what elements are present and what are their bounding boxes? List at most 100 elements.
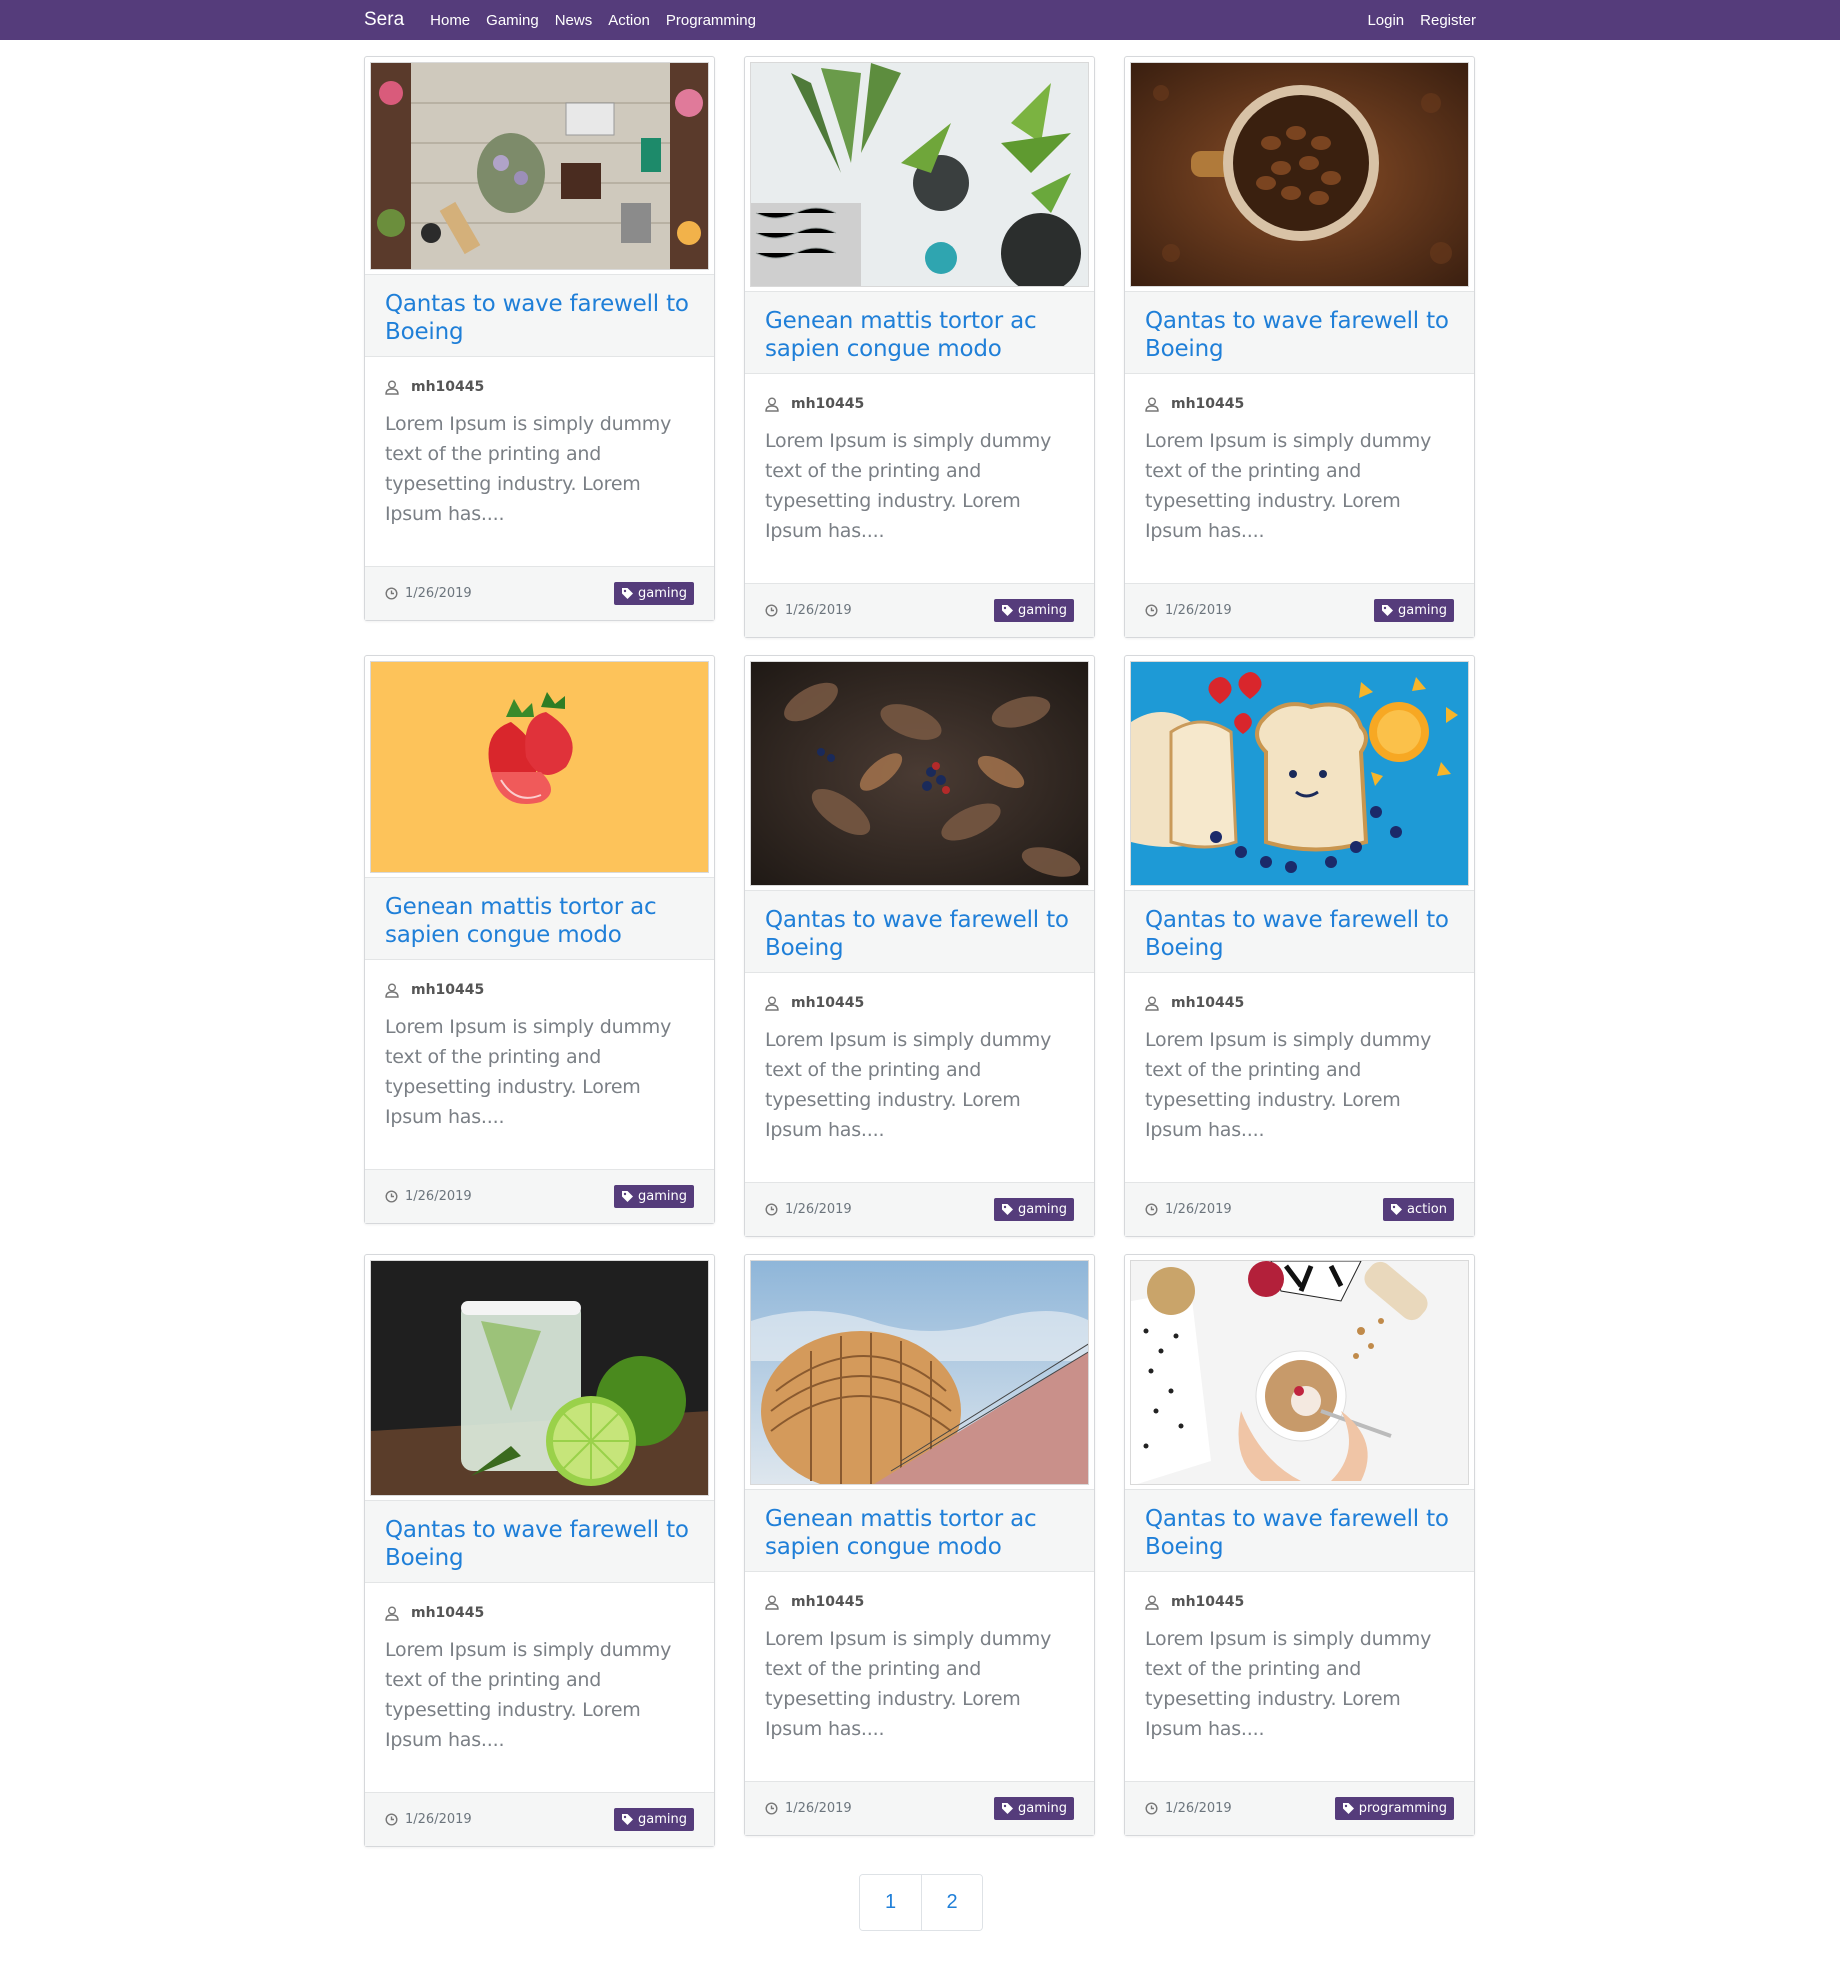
post-title-link[interactable]: Qantas to wave farewell to Boeing xyxy=(385,1516,694,1572)
author-name: mh10445 xyxy=(411,379,485,395)
post-excerpt: Lorem Ipsum is simply dummy text of the … xyxy=(765,1029,1052,1141)
nav-link-home[interactable]: Home xyxy=(430,12,470,29)
tag-icon xyxy=(622,1814,633,1825)
post-image-flatlay-desk[interactable] xyxy=(370,62,709,270)
post-author: mh10445 xyxy=(1145,396,1454,412)
card-title-area: Qantas to wave farewell to Boeing xyxy=(1125,1489,1474,1572)
post-date-text: 1/26/2019 xyxy=(1165,1202,1232,1217)
card-footer: 1/26/2019 gaming xyxy=(745,1781,1094,1835)
tag-badge[interactable]: gaming xyxy=(994,1198,1074,1221)
post-image-lime-drink[interactable] xyxy=(370,1260,709,1496)
tag-icon xyxy=(1382,605,1393,616)
tag-icon xyxy=(1002,605,1013,616)
tag-icon xyxy=(1342,1803,1354,1814)
page-link-2[interactable]: 2 xyxy=(921,1875,982,1930)
user-icon xyxy=(1145,1595,1159,1610)
tag-label: gaming xyxy=(638,1812,687,1827)
post-title-link[interactable]: Genean mattis tortor ac sapien congue mo… xyxy=(765,307,1074,363)
author-name: mh10445 xyxy=(1171,396,1245,412)
post-author: mh10445 xyxy=(765,1594,1074,1610)
card-title-area: Qantas to wave farewell to Boeing xyxy=(1125,890,1474,973)
post-date-text: 1/26/2019 xyxy=(785,1202,852,1217)
card-footer: 1/26/2019 gaming xyxy=(745,583,1094,637)
post-author: mh10445 xyxy=(1145,1594,1454,1610)
card-footer: 1/26/2019 gaming xyxy=(365,566,714,620)
nav-link-programming[interactable]: Programming xyxy=(666,12,756,29)
post-date: 1/26/2019 xyxy=(765,603,852,618)
card-footer: 1/26/2019 gaming xyxy=(745,1182,1094,1236)
tag-badge[interactable]: action xyxy=(1382,1198,1454,1221)
post-card: Qantas to wave farewell to Boeing mh1044… xyxy=(1124,655,1475,1237)
navbar-right: Login Register xyxy=(1351,12,1476,29)
tag-label: gaming xyxy=(1018,1801,1067,1816)
post-image-potted-plants[interactable] xyxy=(750,62,1089,287)
tag-label: programming xyxy=(1358,1801,1447,1816)
post-author: mh10445 xyxy=(385,379,694,395)
tag-badge[interactable]: programming xyxy=(1334,1797,1454,1820)
post-author: mh10445 xyxy=(385,982,694,998)
user-icon xyxy=(765,996,779,1011)
post-image-granola-breakfast[interactable] xyxy=(1130,1260,1469,1485)
nav-link-action[interactable]: Action xyxy=(608,12,650,29)
post-date: 1/26/2019 xyxy=(1145,603,1232,618)
post-date-text: 1/26/2019 xyxy=(1165,603,1232,618)
tag-badge[interactable]: gaming xyxy=(614,582,694,605)
card-body: mh10445 Lorem Ipsum is simply dummy text… xyxy=(365,1583,714,1792)
clock-icon xyxy=(1145,1802,1158,1815)
post-title-link[interactable]: Qantas to wave farewell to Boeing xyxy=(1145,906,1454,962)
author-name: mh10445 xyxy=(411,1605,485,1621)
post-image-coffee-beans[interactable] xyxy=(1130,62,1469,287)
card-title-area: Genean mattis tortor ac sapien congue mo… xyxy=(365,877,714,960)
post-title-link[interactable]: Qantas to wave farewell to Boeing xyxy=(765,906,1074,962)
tag-badge[interactable]: gaming xyxy=(994,1797,1074,1820)
tag-badge[interactable]: gaming xyxy=(1374,599,1454,622)
tag-icon xyxy=(622,1191,633,1202)
post-image-wooden-architecture[interactable] xyxy=(750,1260,1089,1485)
post-title-link[interactable]: Qantas to wave farewell to Boeing xyxy=(1145,1505,1454,1561)
card-footer: 1/26/2019 gaming xyxy=(365,1792,714,1846)
user-icon xyxy=(385,380,399,395)
author-name: mh10445 xyxy=(791,995,865,1011)
post-excerpt: Lorem Ipsum is simply dummy text of the … xyxy=(765,1628,1052,1740)
card-image-wrap xyxy=(745,656,1094,891)
page-link-1[interactable]: 1 xyxy=(860,1875,921,1930)
pagination: 1 2 xyxy=(859,1874,983,1931)
navbar-container: Sera Home Gaming News Action Programming… xyxy=(364,9,1476,31)
post-title-link[interactable]: Genean mattis tortor ac sapien congue mo… xyxy=(765,1505,1074,1561)
tag-badge[interactable]: gaming xyxy=(994,599,1074,622)
author-name: mh10445 xyxy=(1171,995,1245,1011)
card-body: mh10445 Lorem Ipsum is simply dummy text… xyxy=(1125,374,1474,583)
nav-link-news[interactable]: News xyxy=(555,12,593,29)
post-card: Genean mattis tortor ac sapien congue mo… xyxy=(744,1254,1095,1836)
post-author: mh10445 xyxy=(385,1605,694,1621)
tag-badge[interactable]: gaming xyxy=(614,1808,694,1831)
clock-icon xyxy=(765,1203,778,1216)
post-title-link[interactable]: Qantas to wave farewell to Boeing xyxy=(1145,307,1454,363)
register-link[interactable]: Register xyxy=(1420,12,1476,29)
post-author: mh10445 xyxy=(765,396,1074,412)
post-date-text: 1/26/2019 xyxy=(785,1801,852,1816)
clock-icon xyxy=(765,1802,778,1815)
clock-icon xyxy=(1145,1203,1158,1216)
posts-grid: Qantas to wave farewell to Boeing mh1044… xyxy=(364,56,1476,1847)
post-card: Qantas to wave farewell to Boeing mh1044… xyxy=(1124,1254,1475,1836)
post-excerpt: Lorem Ipsum is simply dummy text of the … xyxy=(1145,1029,1432,1141)
card-image-wrap xyxy=(365,57,714,275)
post-image-bread-fruit[interactable] xyxy=(1130,661,1469,886)
author-name: mh10445 xyxy=(1171,1594,1245,1610)
user-icon xyxy=(1145,397,1159,412)
user-icon xyxy=(1145,996,1159,1011)
post-excerpt: Lorem Ipsum is simply dummy text of the … xyxy=(1145,430,1432,542)
brand-logo-link[interactable]: Sera xyxy=(364,9,404,31)
post-excerpt: Lorem Ipsum is simply dummy text of the … xyxy=(765,430,1052,542)
post-title-link[interactable]: Genean mattis tortor ac sapien congue mo… xyxy=(385,893,694,949)
nav-link-gaming[interactable]: Gaming xyxy=(486,12,539,29)
post-title-link[interactable]: Qantas to wave farewell to Boeing xyxy=(385,290,694,346)
post-image-dark-leaves[interactable] xyxy=(750,661,1089,886)
tag-badge[interactable]: gaming xyxy=(614,1185,694,1208)
clock-icon xyxy=(385,1813,398,1826)
login-link[interactable]: Login xyxy=(1367,12,1404,29)
card-image-wrap xyxy=(365,656,714,878)
user-icon xyxy=(385,1606,399,1621)
post-image-strawberries[interactable] xyxy=(370,661,709,873)
